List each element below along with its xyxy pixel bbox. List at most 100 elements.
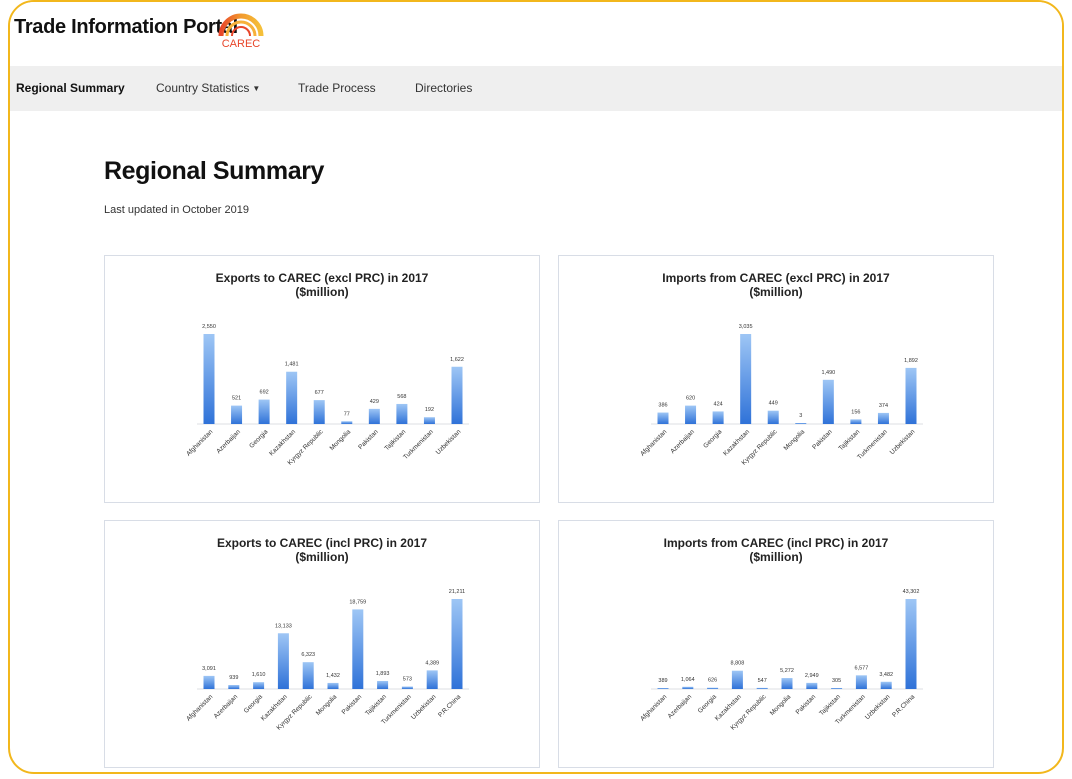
bar[interactable] bbox=[740, 334, 752, 424]
category-label: Turkmenistan bbox=[402, 428, 435, 461]
bar-value-label: 568 bbox=[397, 394, 406, 400]
bar[interactable] bbox=[377, 680, 389, 689]
bar-value-label: 449 bbox=[769, 401, 778, 407]
bar-value-label: 3 bbox=[799, 413, 802, 419]
bar[interactable] bbox=[682, 686, 694, 689]
bar[interactable] bbox=[905, 367, 917, 424]
category-label: Pakistan bbox=[341, 693, 364, 716]
bar-value-label: 1,892 bbox=[904, 358, 918, 364]
bar-value-label: 6,577 bbox=[855, 665, 869, 671]
category-label: Georgia bbox=[243, 693, 265, 715]
nav-country-statistics[interactable]: Country Statistics ▼ bbox=[156, 81, 260, 95]
category-label: Pakistan bbox=[811, 428, 834, 451]
category-label: Georgia bbox=[697, 693, 719, 715]
bar[interactable] bbox=[368, 408, 380, 424]
category-label: Azerbaijan bbox=[669, 428, 696, 455]
bar[interactable] bbox=[657, 688, 669, 689]
chart-subtitle: ($million) bbox=[749, 550, 802, 564]
bar[interactable] bbox=[396, 403, 408, 424]
bar[interactable] bbox=[850, 419, 862, 424]
bar[interactable] bbox=[781, 678, 793, 689]
bar[interactable] bbox=[352, 609, 364, 689]
bar-value-label: 939 bbox=[229, 675, 238, 681]
bar-value-label: 4,389 bbox=[425, 660, 439, 666]
bar[interactable] bbox=[756, 687, 768, 689]
category-label: Kazakhstan bbox=[268, 428, 297, 457]
chart-card-exports-incl: Exports to CAREC (incl PRC) in 2017 ($mil… bbox=[104, 520, 540, 768]
bar-value-label: 3,482 bbox=[879, 672, 893, 678]
bar[interactable] bbox=[451, 599, 463, 689]
bar-value-label: 1,481 bbox=[285, 362, 299, 368]
bar[interactable] bbox=[231, 405, 243, 424]
bar[interactable] bbox=[258, 399, 270, 424]
bar[interactable] bbox=[327, 682, 339, 689]
bar[interactable] bbox=[731, 670, 743, 689]
bar[interactable] bbox=[707, 687, 719, 689]
browser-frame: Trade Information Portal CAREC Regional … bbox=[8, 0, 1064, 774]
chart-title: Exports to CAREC (incl PRC) in 2017 bbox=[217, 536, 427, 550]
category-label: Uzbekistan bbox=[410, 693, 438, 721]
bar[interactable] bbox=[286, 371, 298, 424]
chart-card-exports-excl: Exports to CAREC (excl PRC) in 2017 ($mil… bbox=[104, 255, 540, 503]
bar[interactable] bbox=[423, 417, 435, 424]
bar[interactable] bbox=[855, 675, 867, 689]
bar-value-label: 1,622 bbox=[450, 357, 464, 363]
nav-directories[interactable]: Directories bbox=[415, 81, 472, 95]
bar[interactable] bbox=[341, 421, 353, 424]
category-label: P.R.China bbox=[437, 693, 463, 719]
bar[interactable] bbox=[277, 633, 289, 689]
category-label: Afghanistan bbox=[639, 693, 668, 722]
category-label: Azerbaijan bbox=[215, 428, 242, 455]
bar-value-label: 5,272 bbox=[780, 668, 794, 674]
bar[interactable] bbox=[313, 400, 325, 424]
carec-logo-icon[interactable]: CAREC bbox=[213, 6, 269, 50]
category-label: Pakistan bbox=[795, 693, 818, 716]
bar[interactable] bbox=[905, 599, 917, 689]
bar[interactable] bbox=[806, 682, 818, 689]
bar[interactable] bbox=[822, 379, 834, 424]
bar-value-label: 18,759 bbox=[349, 599, 366, 605]
bar-value-label: 573 bbox=[403, 677, 412, 683]
bar[interactable] bbox=[767, 410, 779, 424]
bar[interactable] bbox=[831, 688, 843, 689]
bar[interactable] bbox=[712, 411, 724, 424]
bar-value-label: 13,133 bbox=[275, 623, 292, 629]
bar-value-label: 3,091 bbox=[202, 666, 216, 672]
category-label: Mongolia bbox=[329, 428, 353, 452]
bar[interactable] bbox=[880, 681, 892, 689]
bar-value-label: 521 bbox=[232, 396, 241, 402]
category-label: Mongolia bbox=[769, 693, 793, 717]
bar[interactable] bbox=[253, 682, 265, 689]
bar[interactable] bbox=[657, 412, 669, 424]
bar-value-label: 192 bbox=[425, 407, 434, 413]
category-label: Mongolia bbox=[783, 428, 807, 452]
bar-value-label: 6,323 bbox=[301, 652, 315, 658]
nav-regional-summary[interactable]: Regional Summary bbox=[16, 81, 125, 95]
bar-value-label: 1,893 bbox=[376, 671, 390, 677]
category-label: Azerbaijan bbox=[667, 693, 694, 720]
bar[interactable] bbox=[401, 686, 413, 689]
bar-value-label: 21,211 bbox=[449, 589, 465, 595]
category-label: P.R.China bbox=[891, 693, 917, 719]
bar[interactable] bbox=[685, 405, 697, 424]
bar[interactable] bbox=[877, 412, 889, 424]
bar[interactable] bbox=[203, 675, 215, 689]
bar-value-label: 156 bbox=[851, 409, 860, 415]
chart-subtitle: ($million) bbox=[295, 285, 348, 299]
category-label: Afghanistan bbox=[185, 428, 214, 457]
bar-value-label: 389 bbox=[658, 678, 667, 684]
site-title[interactable]: Trade Information Portal bbox=[14, 16, 238, 39]
bar[interactable] bbox=[795, 423, 807, 424]
bar[interactable] bbox=[426, 670, 438, 689]
category-label: Uzbekistan bbox=[889, 428, 917, 456]
nav-trade-process[interactable]: Trade Process bbox=[298, 81, 376, 95]
bar-value-label: 424 bbox=[714, 401, 723, 407]
bar[interactable] bbox=[203, 334, 215, 424]
bar[interactable] bbox=[228, 685, 240, 689]
caret-down-icon: ▼ bbox=[252, 84, 261, 93]
bar[interactable] bbox=[302, 662, 314, 689]
bar-value-label: 620 bbox=[686, 396, 695, 402]
bar-value-label: 1,610 bbox=[252, 672, 266, 678]
bar[interactable] bbox=[451, 366, 463, 424]
page-title: Regional Summary bbox=[104, 157, 325, 185]
